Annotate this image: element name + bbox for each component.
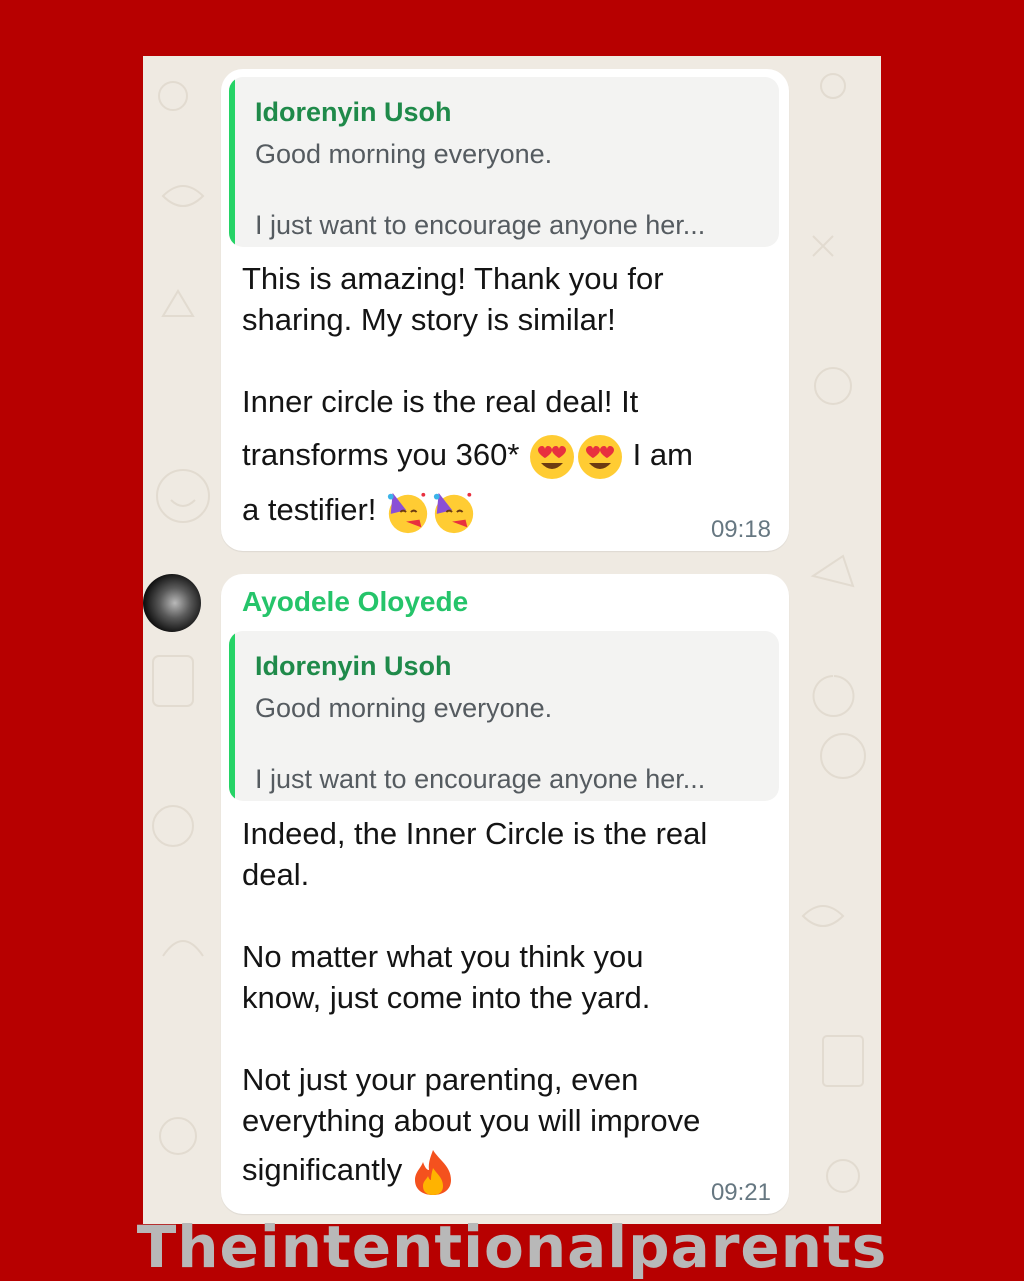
message-text: everything about you will improve [242, 1103, 701, 1138]
quote-accent-bar [229, 631, 235, 801]
sender-name[interactable]: Ayodele Oloyede [242, 586, 468, 618]
message-bubble[interactable]: Ayodele Oloyede Idorenyin Usoh Good morn… [221, 574, 789, 1214]
message-text: I am [632, 437, 693, 473]
sender-avatar[interactable] [143, 574, 201, 632]
message-text: deal. [242, 857, 310, 892]
watermark-text: Theintentionalparents [136, 1213, 888, 1281]
message-text: Not just your parenting, even [242, 1062, 639, 1097]
partying-face-emoji [433, 492, 474, 534]
message-bubble[interactable]: Idorenyin Usoh Good morning everyone. I … [221, 69, 789, 551]
message-text: a testifier! [242, 492, 377, 528]
quote-accent-bar [229, 77, 235, 247]
fire-emoji [414, 1150, 451, 1195]
message-text: This is amazing! Thank you for [242, 261, 664, 296]
message-text: know, just come into the yard. [242, 980, 651, 1015]
message-text: No matter what you think you [242, 939, 644, 974]
quote-text: Good morning everyone. [255, 693, 553, 723]
heart-eyes-emoji [578, 435, 623, 479]
partying-face-emoji [387, 492, 428, 534]
message-timestamp: 09:21 [710, 1179, 771, 1206]
message-text: Inner circle is the real deal! It [242, 384, 639, 419]
message-text: Indeed, the Inner Circle is the real [242, 816, 708, 851]
quote-author: Idorenyin Usoh [255, 651, 452, 681]
message-text: sharing. My story is similar! [242, 302, 616, 337]
message-text: significantly [242, 1152, 403, 1188]
quote-text: I just want to encourage anyone her... [255, 764, 706, 794]
message-text-line: transforms you 360* I am [242, 433, 693, 481]
quote-text: Good morning everyone. [255, 139, 553, 169]
quoted-message[interactable]: Idorenyin Usoh Good morning everyone. I … [229, 77, 779, 247]
heart-eyes-emoji [530, 435, 575, 479]
message-text: transforms you 360* [242, 437, 520, 473]
quote-author: Idorenyin Usoh [255, 97, 452, 127]
message-text-line: a testifier! [242, 489, 477, 535]
message-timestamp: 09:18 [710, 516, 771, 543]
message-text-line: significantly [242, 1148, 455, 1196]
quoted-message[interactable]: Idorenyin Usoh Good morning everyone. I … [229, 631, 779, 801]
quote-text: I just want to encourage anyone her... [255, 210, 706, 240]
chat-panel: Idorenyin Usoh Good morning everyone. I … [143, 56, 881, 1224]
